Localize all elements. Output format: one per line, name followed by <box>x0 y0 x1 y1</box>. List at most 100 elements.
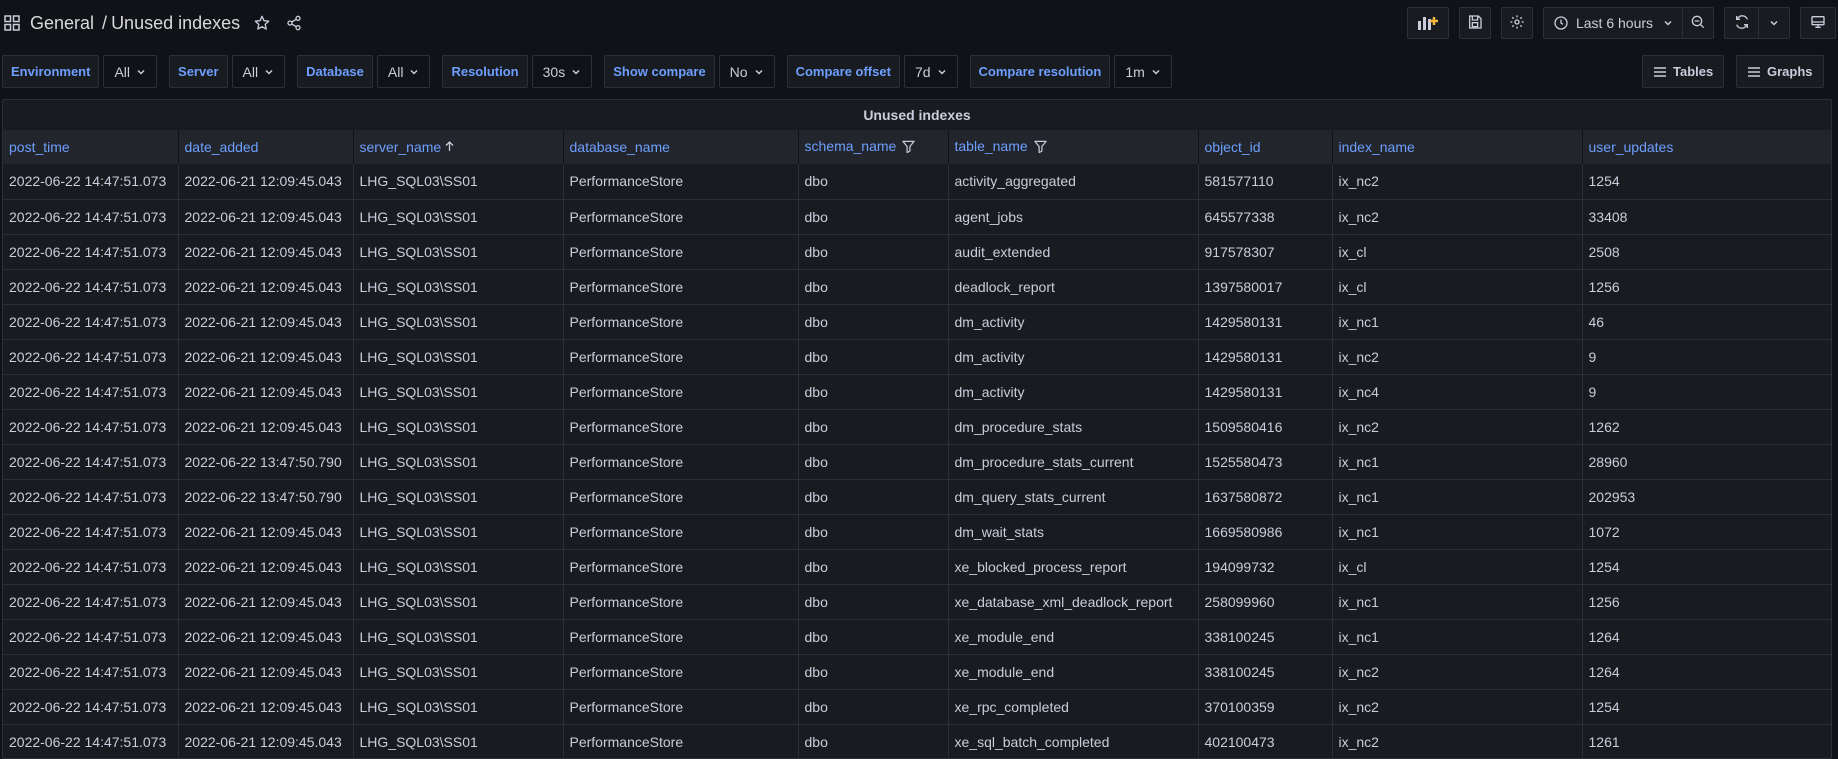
filter-icon[interactable] <box>1033 140 1047 156</box>
table-cell-post-time: 2022-06-22 14:47:51.073 <box>3 199 179 235</box>
table-row: 2022-06-22 14:47:51.073 2022-06-21 12:09:… <box>3 409 1831 445</box>
chevron-down-icon <box>1769 15 1779 31</box>
variable-select-compare-resolution[interactable]: 1m <box>1114 55 1172 88</box>
settings-button[interactable] <box>1501 7 1533 39</box>
chevron-down-icon <box>1663 15 1673 31</box>
variables-bar: Environment All Server All Database All … <box>2 55 1172 88</box>
table-cell-user-updates: 202953 <box>1582 479 1831 515</box>
column-header-object-id[interactable]: object_id <box>1198 130 1333 164</box>
save-button[interactable] <box>1459 7 1491 39</box>
share-icon[interactable] <box>284 13 304 33</box>
page-title[interactable]: Unused indexes <box>111 13 240 34</box>
table-cell-object-id: 581577110 <box>1198 164 1333 200</box>
table-cell-schema-name: dbo <box>798 689 949 725</box>
table-cell-server-name: LHG_SQL03\SS01 <box>353 724 564 758</box>
table-cell-date-added: 2022-06-21 12:09:45.043 <box>178 164 354 200</box>
table-row: 2022-06-22 14:47:51.073 2022-06-21 12:09:… <box>3 619 1831 655</box>
table-cell-date-added: 2022-06-21 12:09:45.043 <box>178 549 354 585</box>
table-cell-post-time: 2022-06-22 14:47:51.073 <box>3 514 179 550</box>
table-cell-post-time: 2022-06-22 14:47:51.073 <box>3 654 179 690</box>
table-cell-post-time: 2022-06-22 14:47:51.073 <box>3 374 179 410</box>
column-header-table-name[interactable]: table_name <box>948 130 1199 164</box>
table-cell-table-name: agent_jobs <box>948 199 1199 235</box>
column-header-server-name[interactable]: server_name <box>353 130 564 164</box>
variable-select-resolution[interactable]: 30s <box>531 55 593 88</box>
table-cell-schema-name: dbo <box>798 234 949 270</box>
table-cell-date-added: 2022-06-21 12:09:45.043 <box>178 724 354 758</box>
table-cell-database-name: PerformanceStore <box>563 199 799 235</box>
variable-select-compare-offset[interactable]: 7d <box>903 55 958 88</box>
column-header-label: object_id <box>1204 139 1261 155</box>
table-cell-user-updates: 9 <box>1582 339 1831 375</box>
table-cell-user-updates: 9 <box>1582 374 1831 410</box>
variable-select-environment[interactable]: All <box>103 55 158 88</box>
grid-icon[interactable] <box>2 13 22 33</box>
table-cell-server-name: LHG_SQL03\SS01 <box>353 199 564 235</box>
table-cell-database-name: PerformanceStore <box>563 269 799 305</box>
refresh-button[interactable] <box>1724 7 1758 39</box>
menu-icon <box>1653 66 1667 78</box>
tables-link-button[interactable]: Tables <box>1642 55 1725 88</box>
table-row: 2022-06-22 14:47:51.073 2022-06-21 12:09:… <box>3 654 1831 690</box>
table-cell-post-time: 2022-06-22 14:47:51.073 <box>3 479 179 515</box>
table-cell-user-updates: 1256 <box>1582 269 1831 305</box>
table-cell-schema-name: dbo <box>798 549 949 585</box>
breadcrumb-folder[interactable]: General <box>30 13 94 34</box>
table-cell-database-name: PerformanceStore <box>563 549 799 585</box>
zoom-out-button[interactable] <box>1682 7 1714 39</box>
star-icon[interactable] <box>252 13 272 33</box>
table-cell-post-time: 2022-06-22 14:47:51.073 <box>3 409 179 445</box>
filter-icon[interactable] <box>902 140 916 156</box>
column-header-schema-name[interactable]: schema_name <box>798 130 949 164</box>
gear-icon <box>1509 14 1525 33</box>
variable-select-database[interactable]: All <box>376 55 431 88</box>
table-cell-schema-name: dbo <box>798 619 949 655</box>
column-header-label: post_time <box>9 139 70 155</box>
variable-label-compare-resolution: Compare resolution <box>969 55 1111 88</box>
add-panel-button[interactable] <box>1407 7 1449 39</box>
column-header-label: table_name <box>954 138 1028 155</box>
variable-value: 1m <box>1125 63 1145 80</box>
table-panel: Unused indexes post_time date_added serv… <box>2 99 1832 759</box>
table-cell-object-id: 194099732 <box>1198 549 1333 585</box>
table-cell-date-added: 2022-06-21 12:09:45.043 <box>178 514 354 550</box>
table-cell-table-name: dm_activity <box>948 374 1199 410</box>
chevron-down-icon <box>136 64 146 80</box>
column-header-user-updates[interactable]: user_updates <box>1582 130 1831 164</box>
clock-icon <box>1553 15 1569 31</box>
variable-value: All <box>242 63 259 80</box>
table-cell-object-id: 370100359 <box>1198 689 1333 725</box>
table-cell-table-name: xe_rpc_completed <box>948 689 1199 725</box>
table-cell-database-name: PerformanceStore <box>563 479 799 515</box>
table-row: 2022-06-22 14:47:51.073 2022-06-21 12:09:… <box>3 514 1831 550</box>
table-cell-server-name: LHG_SQL03\SS01 <box>353 269 564 305</box>
tv-mode-button[interactable] <box>1800 7 1836 39</box>
table-cell-user-updates: 1261 <box>1582 724 1831 758</box>
add-panel-icon <box>1417 13 1439 34</box>
table-row: 2022-06-22 14:47:51.073 2022-06-21 12:09:… <box>3 339 1831 375</box>
column-header-post-time[interactable]: post_time <box>3 130 179 164</box>
column-header-date-added[interactable]: date_added <box>178 130 354 164</box>
time-range-label: Last 6 hours <box>1575 15 1654 31</box>
column-header-index-name[interactable]: index_name <box>1332 130 1583 164</box>
column-header-database-name[interactable]: database_name <box>563 130 799 164</box>
table-cell-user-updates: 46 <box>1582 304 1831 340</box>
variable-select-show-compare[interactable]: No <box>718 55 775 88</box>
variable-select-server[interactable]: All <box>231 55 286 88</box>
table-cell-date-added: 2022-06-21 12:09:45.043 <box>178 619 354 655</box>
table-cell-index-name: ix_nc1 <box>1332 584 1583 620</box>
chevron-down-icon <box>571 64 581 80</box>
variable-label-show-compare: Show compare <box>604 55 715 88</box>
panel-title[interactable]: Unused indexes <box>3 100 1831 130</box>
table-cell-index-name: ix_nc2 <box>1332 409 1583 445</box>
table-cell-date-added: 2022-06-21 12:09:45.043 <box>178 584 354 620</box>
column-header-label: server_name <box>359 139 442 155</box>
time-picker-button[interactable]: Last 6 hours <box>1543 7 1682 39</box>
table-cell-date-added: 2022-06-21 12:09:45.043 <box>178 234 354 270</box>
table-cell-post-time: 2022-06-22 14:47:51.073 <box>3 619 179 655</box>
table-row: 2022-06-22 14:47:51.073 2022-06-21 12:09:… <box>3 549 1831 585</box>
table-cell-index-name: ix_cl <box>1332 234 1583 270</box>
graphs-link-button[interactable]: Graphs <box>1736 55 1824 88</box>
refresh-interval-dropdown[interactable] <box>1758 7 1790 39</box>
table-cell-server-name: LHG_SQL03\SS01 <box>353 479 564 515</box>
